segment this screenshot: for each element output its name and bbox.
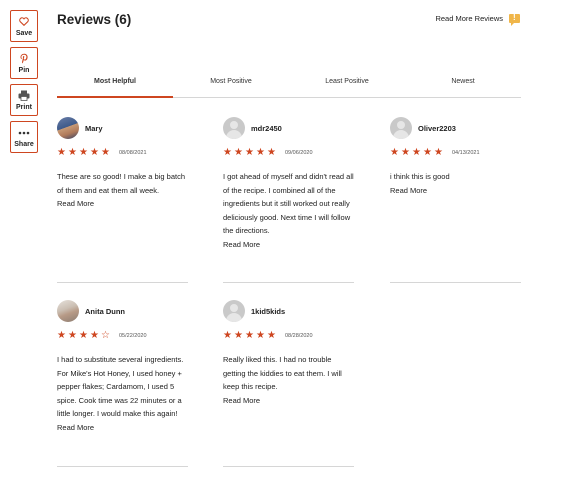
reviewer-name[interactable]: Mary xyxy=(85,124,103,133)
review-divider xyxy=(57,282,188,283)
avatar xyxy=(57,300,79,322)
reviewer-name[interactable]: mdr2450 xyxy=(251,124,282,133)
save-label: Save xyxy=(15,29,33,37)
reviewer-name[interactable]: Oliver2203 xyxy=(418,124,456,133)
read-more-link[interactable]: Read More xyxy=(57,197,188,211)
review-text: I had to substitute several ingredients.… xyxy=(57,355,184,418)
review-divider xyxy=(390,282,521,283)
review-text: i think this is good xyxy=(390,172,450,181)
review-card: 1kid5kids ★ ★ ★ ★ ★ 08/28/2020 Really liked … xyxy=(223,300,354,407)
review-date: 08/28/2020 xyxy=(285,333,313,339)
review-card: Anita Dunn ★ ★ ★ ★ ☆ 05/22/2020 I had to sub… xyxy=(57,300,188,434)
tab-newest[interactable]: Newest xyxy=(405,76,521,97)
avatar xyxy=(57,117,79,139)
star-rating: ★ ★ ★ ★ ★ xyxy=(57,148,112,158)
review-date: 04/13/2021 xyxy=(452,150,480,156)
star-rating: ★ ★ ★ ★ ★ xyxy=(390,148,445,158)
star-filled-icon: ★ xyxy=(256,330,265,341)
star-empty-icon: ☆ xyxy=(101,330,110,341)
comment-icon xyxy=(509,13,520,26)
star-filled-icon: ★ xyxy=(223,147,232,158)
star-filled-icon: ★ xyxy=(401,147,410,158)
tab-least-positive[interactable]: Least Positive xyxy=(289,76,405,97)
review-card: Mary ★ ★ ★ ★ ★ 08/08/2021 These are so good!… xyxy=(57,117,188,211)
star-rating: ★ ★ ★ ★ ★ xyxy=(223,331,278,341)
read-more-reviews-label: Read More Reviews xyxy=(435,14,503,23)
reviewer-name[interactable]: Anita Dunn xyxy=(85,307,125,316)
avatar xyxy=(223,300,245,322)
save-button[interactable]: Save xyxy=(10,10,38,42)
review-text: Really liked this. I had no trouble gett… xyxy=(223,355,342,391)
star-filled-icon: ★ xyxy=(267,147,276,158)
star-rating: ★ ★ ★ ★ ★ xyxy=(223,148,278,158)
review-card: Oliver2203 ★ ★ ★ ★ ★ 04/13/2021 i think this… xyxy=(390,117,521,197)
star-filled-icon: ★ xyxy=(90,147,99,158)
star-filled-icon: ★ xyxy=(245,147,254,158)
read-more-link[interactable]: Read More xyxy=(223,238,354,252)
reviews-title: Reviews (6) xyxy=(57,12,132,27)
star-filled-icon: ★ xyxy=(79,330,88,341)
read-more-link[interactable]: Read More xyxy=(57,421,188,435)
pin-button[interactable]: Pin xyxy=(10,47,38,79)
review-card: mdr2450 ★ ★ ★ ★ ★ 09/06/2020 I got ahead of … xyxy=(223,117,354,251)
star-filled-icon: ★ xyxy=(57,147,66,158)
read-more-link[interactable]: Read More xyxy=(390,184,521,198)
star-filled-icon: ★ xyxy=(412,147,421,158)
star-filled-icon: ★ xyxy=(390,147,399,158)
review-text: These are so good! I make a big batch of… xyxy=(57,172,185,195)
read-more-reviews-link[interactable]: Read More Reviews xyxy=(435,13,520,26)
star-filled-icon: ★ xyxy=(234,147,243,158)
tab-most-helpful[interactable]: Most Helpful xyxy=(57,76,173,98)
star-filled-icon: ★ xyxy=(68,147,77,158)
review-divider xyxy=(57,466,188,467)
star-filled-icon: ★ xyxy=(68,330,77,341)
avatar xyxy=(390,117,412,139)
share-rail: Save Pin Print Share xyxy=(10,10,38,158)
star-filled-icon: ★ xyxy=(79,147,88,158)
read-more-link[interactable]: Read More xyxy=(223,394,354,408)
star-filled-icon: ★ xyxy=(245,330,254,341)
share-label: Share xyxy=(14,140,34,148)
more-dots-icon xyxy=(18,127,30,139)
star-filled-icon: ★ xyxy=(423,147,432,158)
avatar xyxy=(223,117,245,139)
star-filled-icon: ★ xyxy=(101,147,110,158)
review-date: 09/06/2020 xyxy=(285,150,313,156)
star-rating: ★ ★ ★ ★ ☆ xyxy=(57,331,112,341)
star-filled-icon: ★ xyxy=(57,330,66,341)
heart-icon xyxy=(19,16,29,28)
print-label: Print xyxy=(16,103,32,111)
reviewer-name[interactable]: 1kid5kids xyxy=(251,307,285,316)
star-filled-icon: ★ xyxy=(90,330,99,341)
review-divider xyxy=(223,282,354,283)
review-date: 05/22/2020 xyxy=(119,333,147,339)
review-date: 08/08/2021 xyxy=(119,150,147,156)
star-filled-icon: ★ xyxy=(267,330,276,341)
star-filled-icon: ★ xyxy=(256,147,265,158)
review-text: I got ahead of myself and didn't read al… xyxy=(223,172,354,235)
pin-label: Pin xyxy=(18,66,30,74)
star-filled-icon: ★ xyxy=(234,330,243,341)
star-filled-icon: ★ xyxy=(223,330,232,341)
share-button[interactable]: Share xyxy=(10,121,38,153)
print-button[interactable]: Print xyxy=(10,84,38,116)
review-divider xyxy=(223,466,354,467)
tab-most-positive[interactable]: Most Positive xyxy=(173,76,289,97)
review-sort-tabs: Most Helpful Most Positive Least Positiv… xyxy=(57,76,521,98)
printer-icon xyxy=(18,90,30,102)
star-filled-icon: ★ xyxy=(434,147,443,158)
pinterest-icon xyxy=(19,53,29,65)
